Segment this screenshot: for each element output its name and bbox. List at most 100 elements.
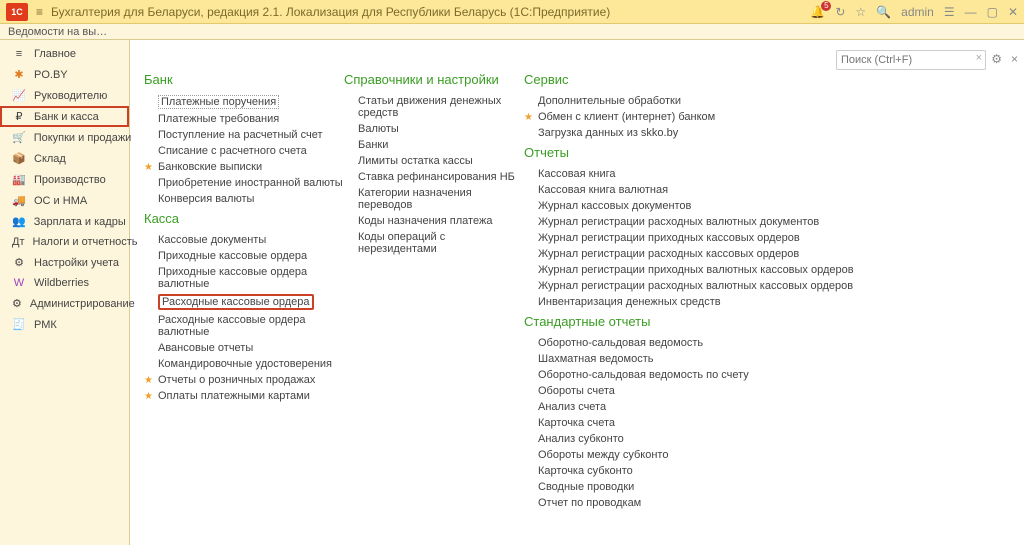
- history-icon[interactable]: ↻: [835, 5, 845, 19]
- link-item[interactable]: Банковские выписки: [144, 159, 344, 175]
- link-item[interactable]: Списание с расчетного счета: [144, 143, 344, 159]
- sidebar-item[interactable]: 🚚ОС и НМА: [0, 190, 129, 211]
- link-item[interactable]: Платежные требования: [144, 111, 344, 127]
- close-icon[interactable]: ✕: [1008, 5, 1018, 19]
- sidebar-label: Главное: [34, 48, 76, 60]
- link-label: Поступление на расчетный счет: [158, 129, 323, 141]
- link-label: Кассовые документы: [158, 234, 266, 246]
- link-item[interactable]: Оборотно-сальдовая ведомость: [524, 335, 924, 351]
- link-item[interactable]: Журнал регистрации приходных кассовых ор…: [524, 230, 924, 246]
- link-item[interactable]: Авансовые отчеты: [144, 340, 344, 356]
- panel-close-icon[interactable]: ×: [1011, 52, 1018, 66]
- section-title: Справочники и настройки: [344, 72, 524, 87]
- link-label: Конверсия валюты: [158, 193, 254, 205]
- link-label: Авансовые отчеты: [158, 342, 253, 354]
- link-item[interactable]: Дополнительные обработки: [524, 93, 924, 109]
- link-label: Сводные проводки: [538, 481, 634, 493]
- sidebar-item[interactable]: 👥Зарплата и кадры: [0, 211, 129, 232]
- link-label: Журнал регистрации расходных кассовых ор…: [538, 248, 799, 260]
- link-item[interactable]: Обороты между субконто: [524, 447, 924, 463]
- menu-icon[interactable]: ≡: [36, 5, 43, 19]
- link-item[interactable]: Отчеты о розничных продажах: [144, 372, 344, 388]
- search-input[interactable]: [836, 50, 986, 70]
- sidebar-item[interactable]: 🛒Покупки и продажи: [0, 127, 129, 148]
- link-label: Журнал регистрации приходных валютных ка…: [538, 264, 854, 276]
- link-item[interactable]: Журнал регистрации расходных валютных ка…: [524, 278, 924, 294]
- bell-icon[interactable]: 🔔5: [810, 5, 825, 19]
- link-item[interactable]: Категории назначения переводов: [344, 185, 524, 213]
- link-item[interactable]: Шахматная ведомость: [524, 351, 924, 367]
- link-label: Карточка счета: [538, 417, 615, 429]
- link-item[interactable]: Журнал регистрации расходных валютных до…: [524, 214, 924, 230]
- link-label: Обмен с клиент (интернет) банком: [538, 111, 715, 123]
- link-item[interactable]: Анализ субконто: [524, 431, 924, 447]
- column-2: Справочники и настройки Статьи движения д…: [344, 68, 524, 511]
- link-item[interactable]: Расходные кассовые ордера: [144, 292, 344, 312]
- maximize-icon[interactable]: ▢: [987, 5, 998, 19]
- link-item[interactable]: Кассовые документы: [144, 232, 344, 248]
- link-item[interactable]: Приходные кассовые ордера: [144, 248, 344, 264]
- sidebar-item[interactable]: 🏭Производство: [0, 169, 129, 190]
- link-item[interactable]: Журнал кассовых документов: [524, 198, 924, 214]
- sidebar-label: Настройки учета: [34, 257, 119, 269]
- sidebar-item[interactable]: ⚙Администрирование: [0, 293, 129, 314]
- sidebar-icon: ₽: [12, 110, 26, 123]
- link-item[interactable]: Расходные кассовые ордера валютные: [144, 312, 344, 340]
- sidebar-item[interactable]: ДтНалоги и отчетность: [0, 232, 129, 252]
- sidebar-item[interactable]: ₽Банк и касса: [0, 106, 129, 127]
- user-label[interactable]: admin: [901, 5, 934, 19]
- link-item[interactable]: Приходные кассовые ордера валютные: [144, 264, 344, 292]
- link-item[interactable]: Карточка счета: [524, 415, 924, 431]
- link-item[interactable]: Кассовая книга валютная: [524, 182, 924, 198]
- link-item[interactable]: Оплаты платежными картами: [144, 388, 344, 404]
- section-title: Банк: [144, 72, 344, 87]
- link-item[interactable]: Журнал регистрации расходных кассовых ор…: [524, 246, 924, 262]
- link-item[interactable]: Статьи движения денежных средств: [344, 93, 524, 121]
- star-icon[interactable]: ☆: [855, 5, 866, 19]
- app-title: Бухгалтерия для Беларуси, редакция 2.1. …: [51, 5, 802, 19]
- link-item[interactable]: Отчет по проводкам: [524, 495, 924, 511]
- link-item[interactable]: Карточка субконто: [524, 463, 924, 479]
- sidebar-item[interactable]: ≡Главное: [0, 44, 129, 64]
- link-item[interactable]: Поступление на расчетный счет: [144, 127, 344, 143]
- link-item[interactable]: Обороты счета: [524, 383, 924, 399]
- link-item[interactable]: Ставка рефинансирования НБ: [344, 169, 524, 185]
- link-label: Обороты счета: [538, 385, 615, 397]
- link-item[interactable]: Коды операций с нерезидентами: [344, 229, 524, 257]
- search-clear-icon[interactable]: ×: [976, 52, 982, 64]
- settings-bars-icon[interactable]: ☰: [944, 5, 955, 19]
- link-item[interactable]: Анализ счета: [524, 399, 924, 415]
- sidebar-item[interactable]: ⚙ Настройки учета: [0, 252, 129, 273]
- link-item[interactable]: Конверсия валюты: [144, 191, 344, 207]
- link-label: Категории назначения переводов: [358, 187, 524, 211]
- sidebar-icon: ✱: [12, 68, 26, 81]
- tab-item[interactable]: Ведомости на выплату зарпл: [0, 26, 120, 38]
- sidebar-item[interactable]: 📈Руководителю: [0, 85, 129, 106]
- link-label: Платежные поручения: [158, 95, 279, 109]
- sidebar-item[interactable]: 📦Склад: [0, 148, 129, 169]
- link-item[interactable]: Валюты: [344, 121, 524, 137]
- link-item[interactable]: Лимиты остатка кассы: [344, 153, 524, 169]
- link-item[interactable]: Обмен с клиент (интернет) банком: [524, 109, 924, 125]
- link-item[interactable]: Оборотно-сальдовая ведомость по счету: [524, 367, 924, 383]
- link-item[interactable]: Приобретение иностранной валюты: [144, 175, 344, 191]
- link-item[interactable]: Сводные проводки: [524, 479, 924, 495]
- sidebar-item[interactable]: WWildberries: [0, 273, 129, 293]
- sidebar-item[interactable]: ✱PO.BY: [0, 64, 129, 85]
- sidebar-item[interactable]: 🧾РМК: [0, 314, 129, 335]
- link-item[interactable]: Коды назначения платежа: [344, 213, 524, 229]
- link-item[interactable]: Инвентаризация денежных средств: [524, 294, 924, 310]
- link-item[interactable]: Кассовая книга: [524, 166, 924, 182]
- link-item[interactable]: Банки: [344, 137, 524, 153]
- link-item[interactable]: Командировочные удостоверения: [144, 356, 344, 372]
- link-item[interactable]: Платежные поручения: [144, 93, 344, 111]
- link-item[interactable]: Загрузка данных из skko.by: [524, 125, 924, 141]
- link-item[interactable]: Журнал регистрации приходных валютных ка…: [524, 262, 924, 278]
- minimize-icon[interactable]: —: [965, 5, 977, 19]
- sidebar-icon: Дт: [12, 236, 25, 248]
- link-label: Платежные требования: [158, 113, 279, 125]
- search-icon[interactable]: 🔍: [876, 5, 891, 19]
- link-label: Оборотно-сальдовая ведомость: [538, 337, 703, 349]
- gear-icon[interactable]: ⚙: [991, 52, 1002, 66]
- sidebar-icon: ⚙: [12, 256, 26, 269]
